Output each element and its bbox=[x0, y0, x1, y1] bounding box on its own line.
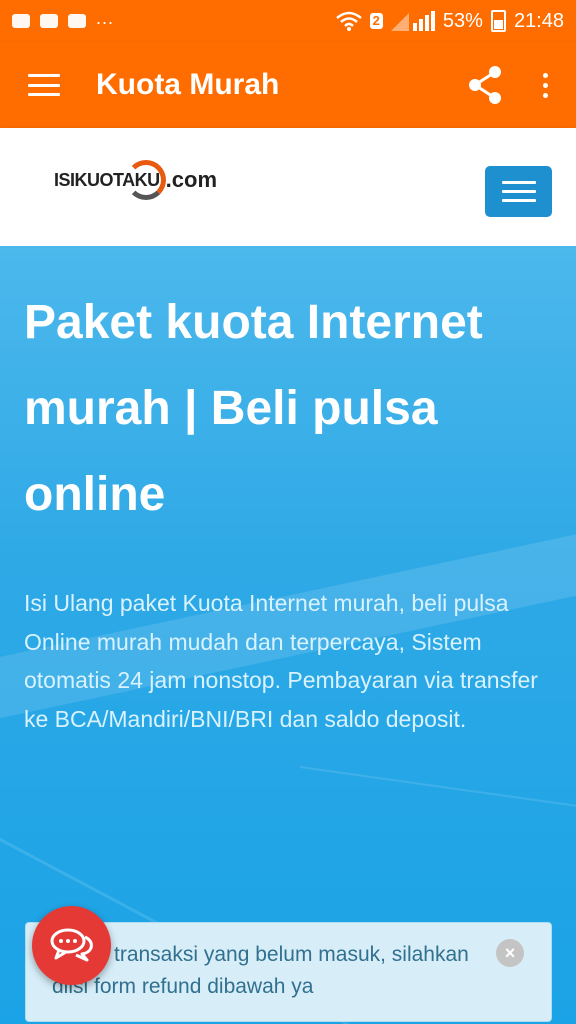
logo-suffix: .com bbox=[165, 167, 218, 192]
battery-icon bbox=[490, 10, 506, 32]
app-bar: Kuota Murah bbox=[0, 42, 576, 128]
system-icons: 2 53% 21:48 bbox=[335, 9, 576, 33]
site-header: ISIKUOTAKU .com bbox=[0, 128, 576, 246]
hero-title: Paket kuota Internet murah | Beli pulsa … bbox=[24, 296, 483, 521]
logo-ring-icon bbox=[125, 160, 166, 200]
chat-button[interactable] bbox=[32, 906, 111, 985]
background-streak bbox=[299, 766, 576, 824]
app-title: Kuota Murah bbox=[96, 68, 280, 101]
more-vert-icon[interactable] bbox=[543, 72, 548, 98]
hero-section: Paket kuota Internet murah | Beli pulsa … bbox=[0, 246, 576, 1024]
wifi-icon bbox=[335, 11, 362, 31]
notification-icons: ... bbox=[0, 8, 114, 29]
battery-percent: 53% bbox=[442, 9, 483, 32]
hero-description: Isi Ulang paket Kuota Internet murah, be… bbox=[24, 590, 538, 732]
nav-toggle-button[interactable] bbox=[485, 166, 552, 217]
chat-icon bbox=[50, 928, 93, 961]
menu-icon[interactable] bbox=[28, 74, 60, 96]
overflow-indicator: ... bbox=[96, 7, 115, 28]
signal-icon bbox=[390, 11, 435, 31]
share-icon[interactable] bbox=[467, 65, 503, 105]
close-icon[interactable]: × bbox=[496, 939, 524, 967]
app-actions bbox=[467, 65, 576, 105]
youtube-icon bbox=[68, 14, 86, 28]
sim-badge: 2 bbox=[369, 13, 383, 29]
alert-text-line1: transaksi yang belum masuk, silahkan bbox=[114, 943, 469, 966]
clock: 21:48 bbox=[513, 9, 564, 32]
bbm-icon bbox=[12, 14, 30, 28]
status-bar: ... 2 53% 21:48 bbox=[0, 0, 576, 42]
site-logo[interactable]: ISIKUOTAKU .com bbox=[54, 158, 217, 202]
gallery-icon bbox=[40, 14, 58, 28]
